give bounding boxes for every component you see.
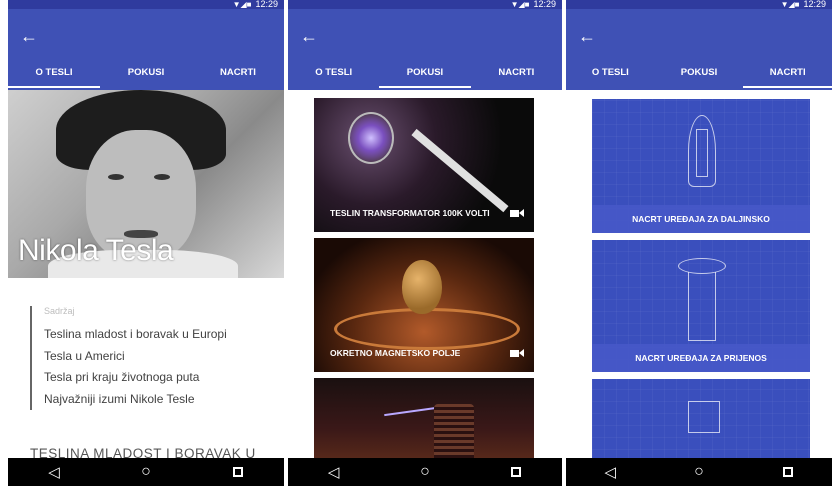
blueprint-detail-drawing: [696, 129, 708, 177]
tab-o-tesli[interactable]: O TESLI: [566, 62, 655, 90]
table-of-contents: Sadržaj Teslina mladost i boravak u Euro…: [30, 306, 284, 410]
status-time: 12:29: [803, 0, 826, 9]
nav-home-icon[interactable]: ○: [684, 463, 714, 481]
plasma-beam-image: [411, 128, 509, 213]
video-camera-icon: [510, 348, 524, 359]
experiment-card-coil[interactable]: [314, 378, 534, 462]
app-bar: ← O TESLI POKUSI NACRTI: [566, 9, 832, 90]
app-bar: ← O TESLI POKUSI NACRTI: [8, 9, 284, 90]
toc-header: Sadržaj: [44, 306, 75, 316]
nav-recents-icon[interactable]: [223, 464, 253, 481]
tab-o-tesli[interactable]: O TESLI: [8, 62, 100, 90]
blueprint-card-3[interactable]: [592, 379, 810, 462]
nav-home-icon[interactable]: ○: [131, 463, 161, 481]
tab-bar: O TESLI POKUSI NACRTI: [288, 62, 562, 90]
tab-nacrti[interactable]: NACRTI: [192, 62, 284, 90]
blueprint-title: NACRT UREĐAJA ZA PRIJENOS: [592, 344, 810, 372]
toc-item[interactable]: Tesla u Americi: [44, 346, 284, 368]
status-time: 12:29: [533, 0, 556, 9]
copper-egg-image: [402, 260, 442, 314]
signal-battery-icon: ▼◢■: [510, 0, 530, 9]
tesla-coil-image: [434, 404, 474, 462]
tab-pokusi[interactable]: POKUSI: [100, 62, 192, 90]
nav-back-icon[interactable]: ◁: [595, 463, 625, 481]
app-bar: ← O TESLI POKUSI NACRTI: [288, 9, 562, 90]
status-bar: ▼◢■ 12:29: [288, 0, 562, 9]
video-camera-icon: [510, 208, 524, 219]
toc-item[interactable]: Tesla pri kraju životnoga puta: [44, 367, 284, 389]
experiment-title: TESLIN TRANSFORMATOR 100K VOLTI: [330, 208, 490, 218]
signal-battery-icon: ▼◢■: [232, 0, 252, 9]
experiment-card-transformer[interactable]: TESLIN TRANSFORMATOR 100K VOLTI: [314, 98, 534, 232]
blueprint-card-transmission[interactable]: NACRT UREĐAJA ZA PRIJENOS: [592, 240, 810, 372]
blueprint-tower-drawing: [688, 272, 716, 341]
back-arrow-icon[interactable]: ←: [578, 27, 596, 45]
nav-recents-icon[interactable]: [773, 464, 803, 481]
tab-bar: O TESLI POKUSI NACRTI: [8, 62, 284, 90]
tesla-portrait: Nikola Tesla: [8, 90, 284, 278]
signal-battery-icon: ▼◢■: [780, 0, 800, 9]
tab-pokusi[interactable]: POKUSI: [655, 62, 744, 90]
experiment-card-magnetic-field[interactable]: OKRETNO MAGNETSKO POLJE: [314, 238, 534, 372]
rotating-ring-image: [334, 308, 520, 350]
tab-pokusi[interactable]: POKUSI: [379, 62, 471, 90]
nav-back-icon[interactable]: ◁: [319, 463, 349, 481]
phone-o-tesli: ▼◢■ 12:29 ← O TESLI POKUSI NACRTI Nikola …: [8, 0, 284, 486]
status-bar: ▼◢■ 12:29: [8, 0, 284, 9]
phone-pokusi: ▼◢■ 12:29 ← O TESLI POKUSI NACRTI TESLIN …: [288, 0, 562, 486]
toc-item[interactable]: Teslina mladost i boravak u Europi: [44, 324, 284, 346]
android-nav-bar: ◁ ○: [288, 458, 562, 486]
status-bar: ▼◢■ 12:29: [566, 0, 832, 9]
phone-nacrti: ▼◢■ 12:29 ← O TESLI POKUSI NACRTI NACRT U…: [566, 0, 832, 486]
blueprint-circuit-drawing: [688, 401, 720, 433]
tab-nacrti[interactable]: NACRTI: [743, 62, 832, 90]
toc-item[interactable]: Najvažniji izumi Nikole Tesle: [44, 389, 284, 411]
blueprint-card-remote[interactable]: NACRT UREĐAJA ZA DALJINSKO: [592, 99, 810, 233]
back-arrow-icon[interactable]: ←: [300, 27, 318, 45]
nav-back-icon[interactable]: ◁: [39, 463, 69, 481]
status-time: 12:29: [255, 0, 278, 9]
nav-home-icon[interactable]: ○: [410, 463, 440, 481]
experiment-title: OKRETNO MAGNETSKO POLJE: [330, 348, 461, 358]
back-arrow-icon[interactable]: ←: [20, 27, 38, 45]
light-bulb-image: [348, 112, 394, 164]
portrait-eye-left: [108, 174, 124, 180]
blueprint-title: NACRT UREĐAJA ZA DALJINSKO: [592, 205, 810, 233]
portrait-eye-right: [154, 174, 170, 180]
tab-nacrti[interactable]: NACRTI: [471, 62, 562, 90]
tab-o-tesli[interactable]: O TESLI: [288, 62, 379, 90]
android-nav-bar: ◁ ○: [8, 458, 284, 486]
hero-title: Nikola Tesla: [18, 234, 174, 267]
tab-bar: O TESLI POKUSI NACRTI: [566, 62, 832, 90]
android-nav-bar: ◁ ○: [566, 458, 832, 486]
nav-recents-icon[interactable]: [501, 464, 531, 481]
